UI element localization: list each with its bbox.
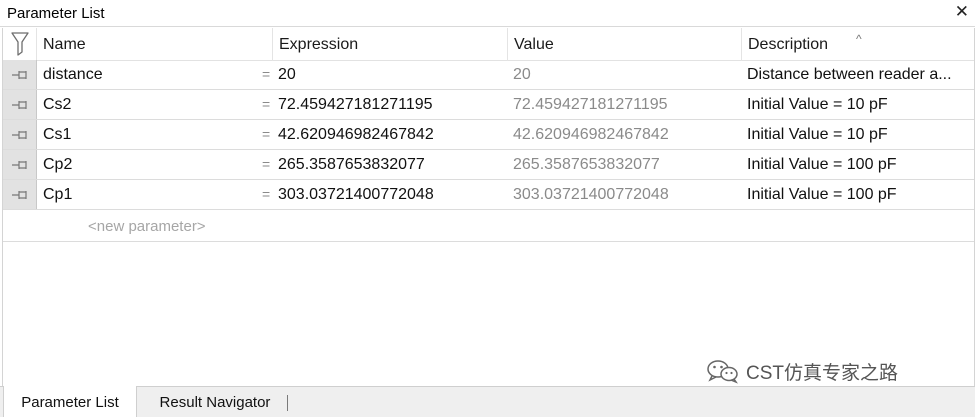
pin-icon: [12, 101, 27, 109]
filter-button[interactable]: [3, 28, 37, 61]
parameter-expression[interactable]: 72.459427181271195: [278, 90, 503, 119]
parameter-name[interactable]: Cs2: [43, 90, 263, 119]
new-parameter-placeholder[interactable]: <new parameter>: [88, 212, 206, 241]
parameter-name[interactable]: Cp1: [43, 180, 263, 209]
parameter-list-window: Parameter List ✕ Name Expression Value D…: [0, 0, 975, 417]
column-header-description[interactable]: Description ^: [742, 28, 974, 61]
equals-sign: =: [262, 156, 271, 172]
watermark-text: CST仿真专家之路: [746, 362, 899, 384]
column-header-description-label: Description: [748, 36, 829, 53]
parameter-name[interactable]: Cs1: [43, 120, 263, 149]
parameter-value: 20: [513, 66, 531, 83]
parameter-description[interactable]: Initial Value = 10 pF: [747, 90, 972, 119]
sort-indicator-icon: ^: [856, 32, 862, 46]
row-header[interactable]: [3, 60, 37, 89]
close-icon[interactable]: ✕: [955, 2, 969, 22]
table-row[interactable]: Cs1 = 42.620946982467842 42.620946982467…: [3, 120, 974, 150]
parameter-value: 265.3587653832077: [513, 156, 660, 173]
pin-icon: [12, 191, 27, 199]
parameter-expression[interactable]: 42.620946982467842: [278, 120, 503, 149]
column-header-value-label: Value: [514, 36, 554, 53]
column-header-value[interactable]: Value: [508, 28, 742, 61]
pin-icon: [12, 161, 27, 169]
column-header-name-label: Name: [43, 36, 86, 53]
equals-sign: =: [262, 96, 271, 112]
parameter-description[interactable]: Distance between reader a...: [747, 60, 972, 89]
title-bar: Parameter List ✕: [0, 0, 975, 27]
parameter-name[interactable]: Cp2: [43, 150, 263, 179]
equals-sign: =: [262, 66, 271, 82]
wechat-icon: [707, 360, 738, 384]
new-parameter-row[interactable]: <new parameter>: [3, 212, 974, 242]
parameter-expression[interactable]: 265.3587653832077: [278, 150, 503, 179]
row-header[interactable]: [3, 180, 37, 209]
parameter-expression[interactable]: 20: [278, 60, 503, 89]
tab-result-navigator[interactable]: Result Navigator: [140, 387, 290, 417]
table-row[interactable]: distance = 20 20 Distance between reader…: [3, 60, 974, 90]
table-row[interactable]: Cp1 = 303.03721400772048 303.03721400772…: [3, 180, 974, 210]
equals-sign: =: [262, 126, 271, 142]
row-header[interactable]: [3, 120, 37, 149]
column-header-expression-label: Expression: [279, 36, 359, 53]
parameter-name[interactable]: distance: [43, 60, 263, 89]
parameter-expression[interactable]: 303.03721400772048: [278, 180, 503, 209]
filter-icon: [11, 32, 29, 56]
tab-parameter-list[interactable]: Parameter List: [3, 386, 137, 417]
parameter-value: 303.03721400772048: [513, 186, 669, 203]
watermark: CST仿真专家之路: [706, 356, 898, 386]
column-header-name[interactable]: Name: [37, 28, 273, 61]
parameter-value: 42.620946982467842: [513, 126, 669, 143]
parameter-value: 72.459427181271195: [513, 96, 668, 113]
table-row[interactable]: Cs2 = 72.459427181271195 72.459427181271…: [3, 90, 974, 120]
row-header[interactable]: [3, 150, 37, 179]
equals-sign: =: [262, 186, 271, 202]
grid-header: Name Expression Value Description ^: [3, 28, 974, 61]
bottom-tab-bar: Parameter List Result Navigator: [0, 386, 975, 417]
window-title: Parameter List: [7, 5, 105, 22]
pin-icon: [12, 131, 27, 139]
pin-icon: [12, 71, 27, 79]
parameter-description[interactable]: Initial Value = 100 pF: [747, 150, 972, 179]
parameter-description[interactable]: Initial Value = 10 pF: [747, 120, 972, 149]
parameter-grid: Name Expression Value Description ^ dist…: [2, 28, 975, 386]
parameter-description[interactable]: Initial Value = 100 pF: [747, 180, 972, 209]
tab-separator: [287, 395, 288, 411]
row-header[interactable]: [3, 90, 37, 119]
table-row[interactable]: Cp2 = 265.3587653832077 265.358765383207…: [3, 150, 974, 180]
column-header-expression[interactable]: Expression: [273, 28, 508, 61]
